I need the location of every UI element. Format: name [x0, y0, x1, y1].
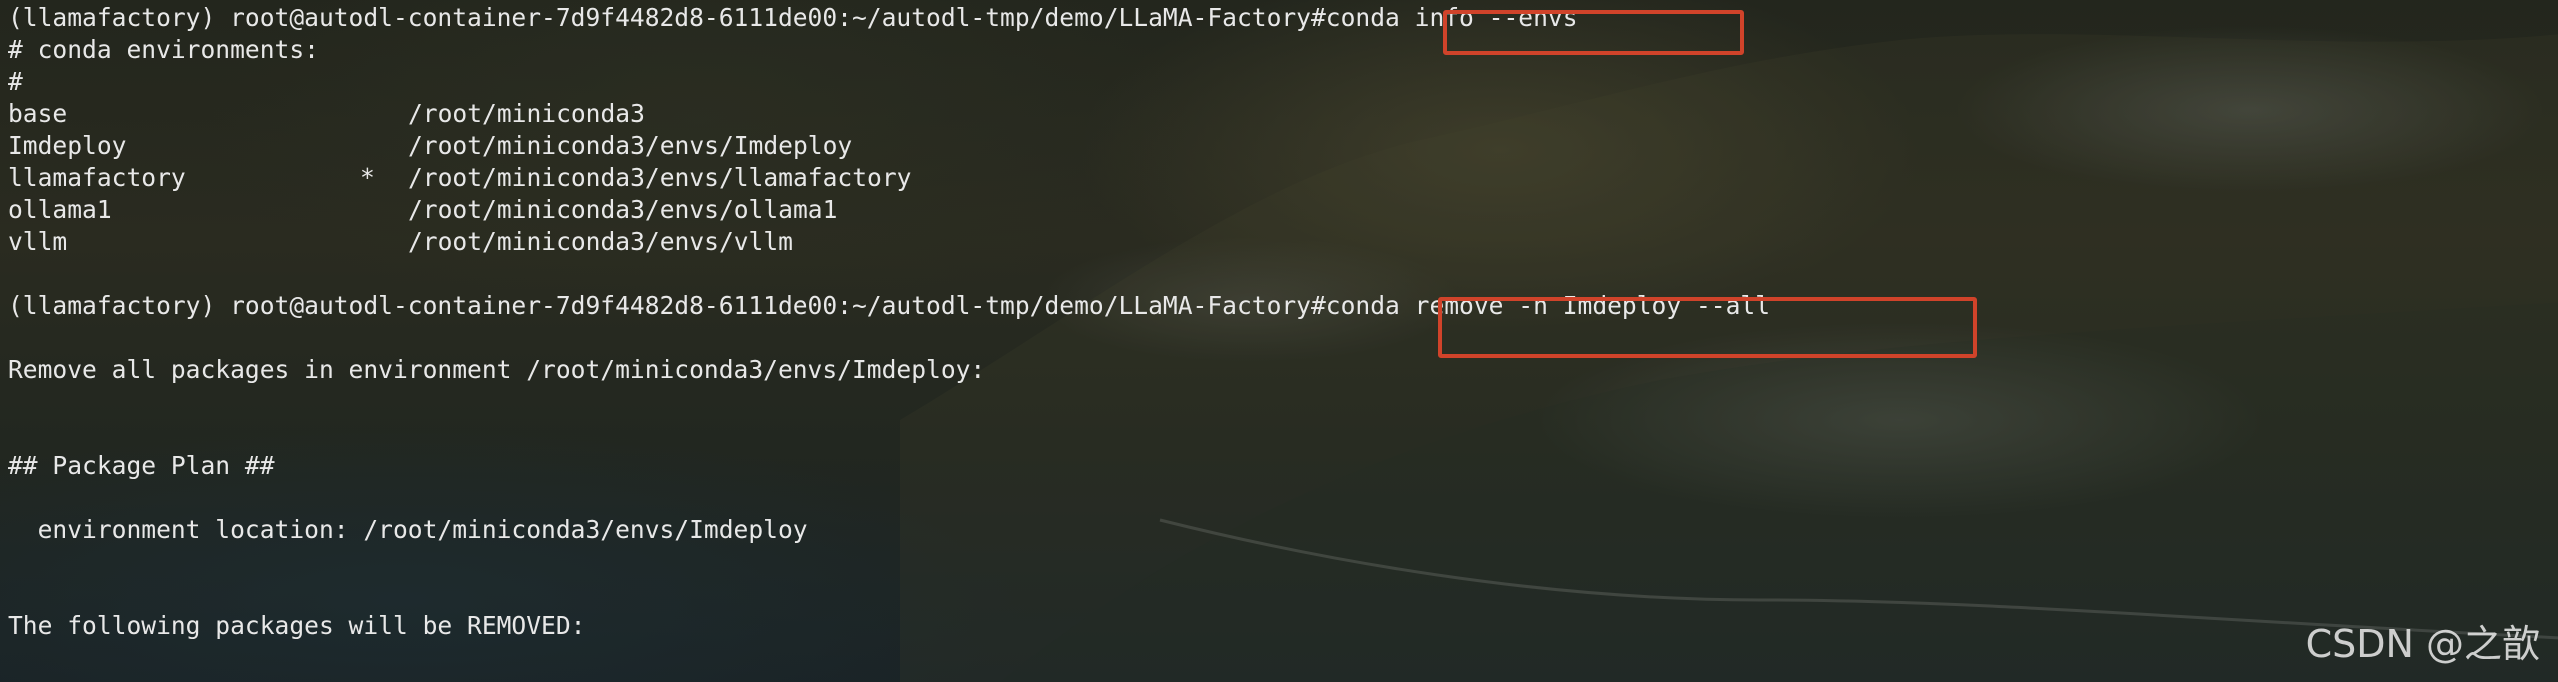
- env-row: llamafactory * /root/miniconda3/envs/llama…: [8, 162, 2558, 194]
- env-path: /root/miniconda3: [408, 99, 645, 128]
- prompt-line-2: (llamafactory) root@autodl-container-7d9…: [8, 290, 2558, 322]
- prompt: (llamafactory) root@autodl-container-7d9…: [8, 291, 1326, 320]
- removed-packages-message: The following packages will be REMOVED:: [8, 611, 586, 640]
- env-name: vllm: [8, 227, 68, 256]
- prompt: (llamafactory) root@autodl-container-7d9…: [8, 3, 1326, 32]
- output-header: # conda environments:: [8, 35, 319, 64]
- prompt-line-1: (llamafactory) root@autodl-container-7d9…: [8, 2, 2558, 34]
- environment-location: environment location: /root/miniconda3/e…: [8, 515, 808, 544]
- env-name: base: [8, 99, 68, 128]
- terminal-output[interactable]: (llamafactory) root@autodl-container-7d9…: [8, 2, 2558, 682]
- watermark-text: CSDN @之歆: [2305, 622, 2540, 666]
- package-plan-header: ## Package Plan ##: [8, 451, 275, 480]
- env-path: /root/miniconda3/envs/Imdeploy: [408, 131, 853, 160]
- env-path: /root/miniconda3/envs/llamafactory: [408, 163, 912, 192]
- env-path: /root/miniconda3/envs/vllm: [408, 227, 793, 256]
- env-path: /root/miniconda3/envs/ollama1: [408, 195, 838, 224]
- highlight-box-command-2: [1438, 297, 1977, 358]
- env-row: Imdeploy/root/miniconda3/envs/Imdeploy: [8, 130, 2558, 162]
- highlight-box-command-1: [1443, 10, 1744, 55]
- env-name: Imdeploy: [8, 131, 127, 160]
- env-name: ollama1: [8, 195, 112, 224]
- remove-message: Remove all packages in environment /root…: [8, 355, 986, 384]
- output-header-hash: #: [8, 67, 23, 96]
- env-name: llamafactory: [8, 163, 186, 192]
- env-row: ollama1/root/miniconda3/envs/ollama1: [8, 194, 2558, 226]
- env-row: base/root/miniconda3: [8, 98, 2558, 130]
- env-row: vllm/root/miniconda3/envs/vllm: [8, 226, 2558, 258]
- active-marker: *: [360, 163, 375, 192]
